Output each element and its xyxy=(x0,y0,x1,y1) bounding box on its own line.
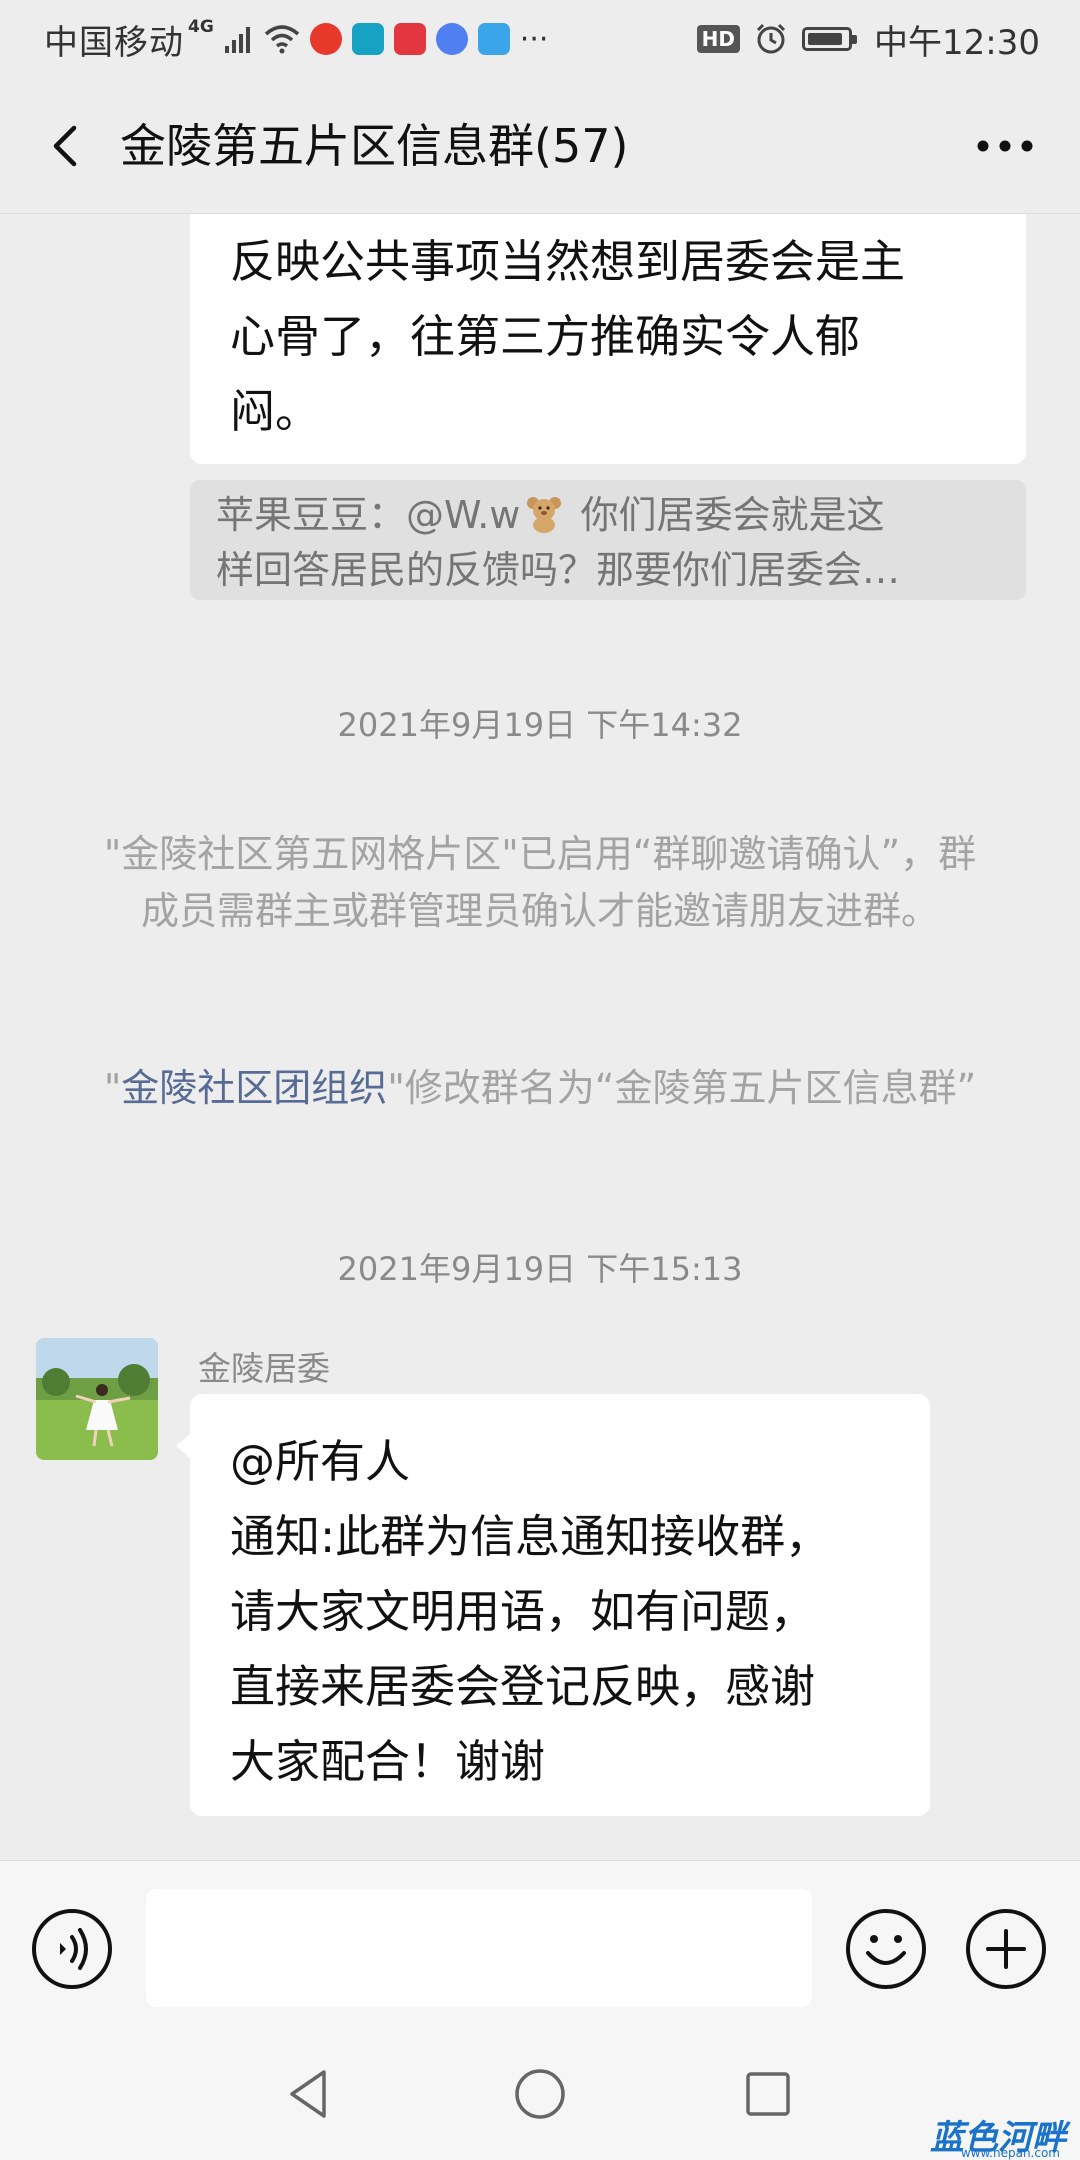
system-notice-rename: "金陵社区团组织"修改群名为“金陵第五片区信息群” xyxy=(100,1060,980,1117)
nav-back-icon[interactable] xyxy=(280,2064,340,2124)
message-text-line: 心骨了，往第三方推确实令人郁 xyxy=(230,310,861,363)
timestamp: 2021年9月19日 下午14:32 xyxy=(337,706,743,744)
status-bar-right: HD 中午12:30 xyxy=(696,0,1040,78)
system-navigation-bar: 蓝色河畔 www.hepan.com xyxy=(0,2030,1080,2160)
sender-name: 金陵居委 xyxy=(198,1349,330,1388)
alarm-icon xyxy=(756,23,786,54)
message-text-line: @所有人 xyxy=(230,1435,411,1488)
hd-badge: HD xyxy=(696,25,741,53)
teddy-bear-emoji-icon xyxy=(527,497,562,533)
timestamp: 2021年9月19日 下午15:13 xyxy=(337,1250,743,1288)
nav-recent-apps-icon[interactable] xyxy=(738,2064,798,2124)
quoted-message[interactable]: 苹果豆豆：@W.w 你们居委会就是这 样回答居民的反馈吗？那要你们居委会… xyxy=(190,480,1026,600)
status-bar-left: 中国移动 4G ··· xyxy=(44,0,548,78)
message-text-line: 请大家文明用语，如有问题， xyxy=(230,1585,816,1638)
huawei-store-icon xyxy=(393,23,426,55)
quote-sender: 苹果豆豆：@W.w xyxy=(216,493,521,537)
quote-text: 你们居委会就是这 xyxy=(568,493,885,537)
message-input[interactable] xyxy=(146,1889,812,2007)
more-options-icon[interactable] xyxy=(970,106,1040,186)
system-notice-invite-confirm: "金陵社区第五网格片区"已启用“群聊邀请确认”，群成员需群主或群管理员确认才能邀… xyxy=(103,832,977,933)
wifi-icon xyxy=(264,25,299,54)
input-bar xyxy=(0,1860,1080,2030)
more-notifications-icon: ··· xyxy=(519,21,549,57)
chat-header: 金陵第五片区信息群(57) xyxy=(0,78,1080,214)
back-arrow-icon[interactable] xyxy=(30,106,110,186)
sender-avatar[interactable] xyxy=(36,1338,158,1460)
carrier-label: 中国移动 xyxy=(44,22,184,63)
message-text-line: 反映公共事项当然想到居委会是主 xyxy=(230,235,906,288)
status-bar: 中国移动 4G ··· HD 中午12:30 xyxy=(0,0,1080,78)
weibo-app-icon xyxy=(309,23,342,55)
system-notice-quote: " xyxy=(103,1066,122,1110)
message-bubble[interactable]: 反映公共事项当然想到居委会是主 心骨了，往第三方推确实令人郁 闷。 xyxy=(190,214,1026,464)
group-name-link[interactable]: 金陵社区团组织 xyxy=(121,1066,387,1110)
reader-app-icon xyxy=(351,23,384,55)
chat-title: 金陵第五片区信息群(57) xyxy=(120,119,629,173)
music-app-icon xyxy=(435,23,468,55)
watermark-url: www.hepan.com xyxy=(960,2146,1060,2160)
battery-icon xyxy=(802,27,858,51)
chat-screen: 中国移动 4G ··· HD 中午12:30 金陵第五片区信息群(57) 反映公… xyxy=(0,0,1080,2160)
message-text-line: 直接来居委会登记反映，感谢 xyxy=(230,1660,816,1713)
nav-home-icon[interactable] xyxy=(510,2064,570,2124)
system-notice-text: "修改群名为“金陵第五片区信息群” xyxy=(387,1066,977,1110)
message-bubble[interactable]: @所有人 通知:此群为信息通知接收群， 请大家文明用语，如有问题， 直接来居委会… xyxy=(176,1394,930,1816)
message-list[interactable]: 反映公共事项当然想到居委会是主 心骨了，往第三方推确实令人郁 闷。 苹果豆豆：@… xyxy=(0,214,1080,1860)
avatar-image xyxy=(36,1338,158,1460)
network-type-label: 4G xyxy=(188,17,214,37)
message-text-line: 通知:此群为信息通知接收群， xyxy=(230,1510,831,1563)
voice-input-icon[interactable] xyxy=(30,1907,114,1991)
clock-label: 中午12:30 xyxy=(874,22,1040,63)
message-text-line: 大家配合！谢谢 xyxy=(230,1735,546,1788)
quote-line-2: 样回答居民的反馈吗？那要你们居委会… xyxy=(216,548,901,592)
quote-line-1: 苹果豆豆：@W.w 你们居委会就是这 xyxy=(216,488,992,543)
signal-icon xyxy=(224,27,250,53)
emoji-icon[interactable] xyxy=(844,1907,928,1991)
wallet-app-icon xyxy=(477,23,510,55)
plus-icon[interactable] xyxy=(964,1907,1048,1991)
message-text-line: 闷。 xyxy=(230,385,321,438)
